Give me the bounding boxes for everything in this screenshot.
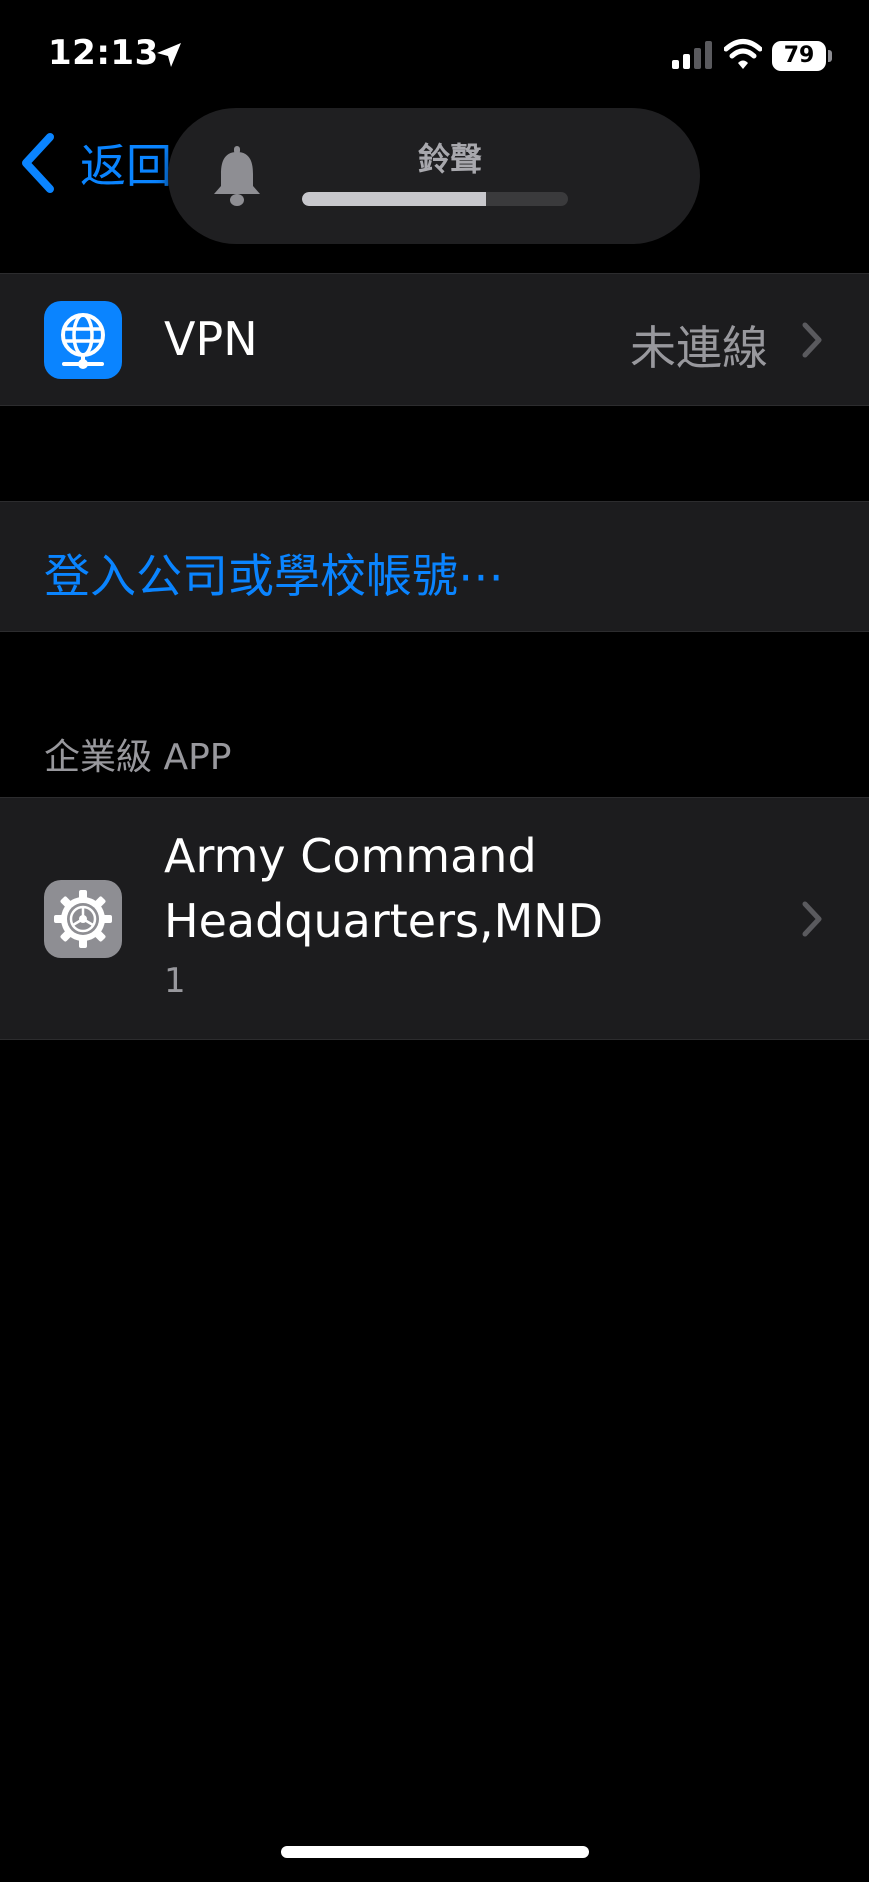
- enterprise-app-row[interactable]: Army Command Headquarters,MND 1: [0, 797, 869, 1040]
- vpn-title: VPN: [164, 312, 258, 366]
- ringer-label: 鈴聲: [417, 140, 482, 178]
- signin-work-school-account-link[interactable]: 登入公司或學校帳號⋯: [44, 540, 504, 606]
- home-indicator[interactable]: [281, 1846, 589, 1858]
- wifi-icon: [724, 39, 762, 69]
- battery-cap: [828, 50, 832, 62]
- ringer-volume-bar: [302, 192, 568, 206]
- enterprise-section-header: 企業級 APP: [44, 737, 232, 778]
- enterprise-app-title-line1: Army Command: [164, 829, 537, 883]
- gear-icon: [44, 880, 122, 958]
- ringer-volume-hud: 鈴聲: [168, 108, 700, 244]
- signin-row[interactable]: 登入公司或學校帳號⋯: [0, 501, 869, 632]
- vpn-status: 未連線: [630, 321, 768, 375]
- vpn-row[interactable]: VPN 未連線: [0, 273, 869, 406]
- back-label: 返回: [80, 139, 172, 193]
- chevron-left-icon: [22, 133, 54, 193]
- enterprise-app-subtitle: 1: [164, 961, 186, 1001]
- chevron-right-icon: [802, 322, 822, 358]
- enterprise-app-title: Army Command Headquarters,MND: [164, 824, 764, 954]
- status-bar: 12:13 79: [0, 0, 869, 110]
- location-arrow-icon: [157, 43, 181, 67]
- battery-indicator: 79: [772, 41, 826, 71]
- status-time: 12:13: [48, 33, 159, 73]
- ringer-volume-fill: [302, 192, 486, 206]
- vpn-globe-icon: [44, 301, 122, 379]
- enterprise-app-title-line2: Headquarters,MND: [164, 894, 604, 948]
- chevron-right-icon: [802, 901, 822, 937]
- cellular-signal-icon: [672, 41, 712, 69]
- bell-icon: [214, 146, 260, 206]
